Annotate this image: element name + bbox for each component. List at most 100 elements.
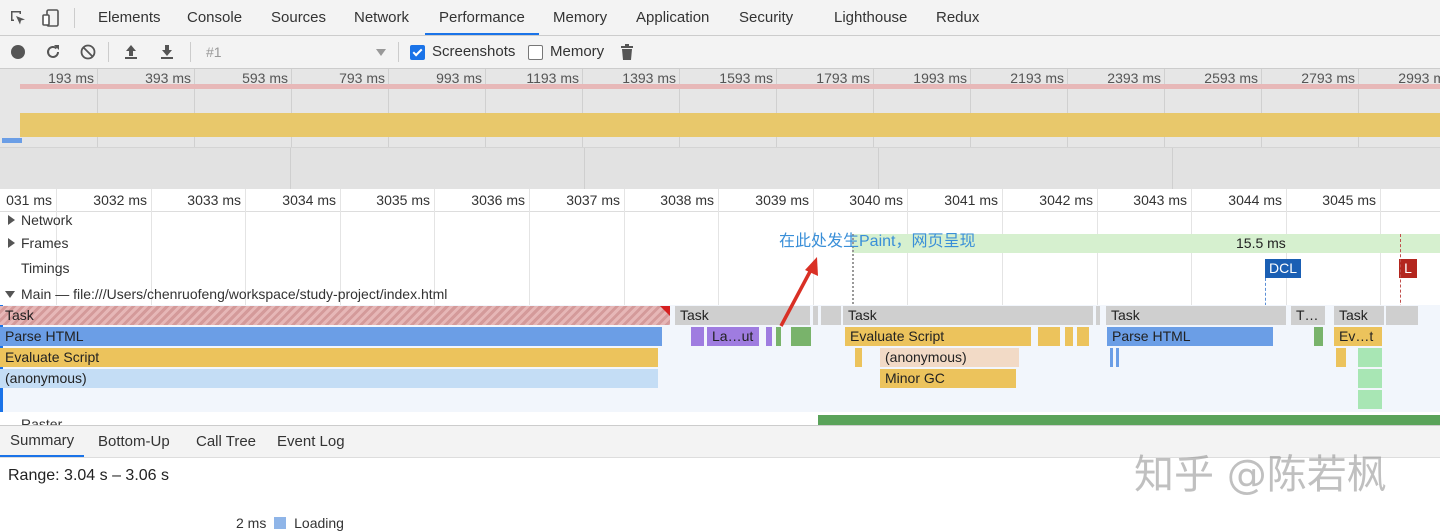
tab-security[interactable]: Security xyxy=(739,0,793,35)
evaluate-script-bar[interactable] xyxy=(1038,327,1060,346)
main-track-header[interactable]: Main — file:///Users/chenruofeng/workspa… xyxy=(0,282,1440,306)
tab-summary[interactable]: Summary xyxy=(0,426,85,457)
screenshot-thumbnail xyxy=(882,148,1173,189)
evaluate-script-bar[interactable] xyxy=(1077,327,1089,346)
watermark: 知乎 @陈若枫 xyxy=(1134,452,1387,498)
load-marker[interactable]: L xyxy=(1399,259,1417,278)
evaluate-script-bar[interactable] xyxy=(1065,327,1073,346)
main-track-label: Main — file:///Users/chenruofeng/workspa… xyxy=(21,286,448,302)
tab-memory[interactable]: Memory xyxy=(553,0,607,35)
dcl-marker[interactable]: DCL xyxy=(1265,259,1301,278)
profile-select[interactable]: #1 xyxy=(198,40,390,64)
memory-checkbox[interactable] xyxy=(528,45,543,60)
memory-label: Memory xyxy=(550,43,605,60)
task-bar[interactable]: Task xyxy=(843,306,1093,325)
fps-bar xyxy=(20,84,1440,89)
screenshot-thumbnail xyxy=(294,148,585,189)
composite-bar[interactable] xyxy=(1358,369,1382,388)
expand-arrow-icon xyxy=(8,238,15,248)
tab-event-log[interactable]: Event Log xyxy=(277,426,345,457)
performance-toolbar: #1 Screenshots Memory xyxy=(0,36,1440,69)
composite-bar[interactable] xyxy=(1358,390,1382,409)
layout-bar[interactable] xyxy=(691,327,704,346)
collapse-arrow-icon xyxy=(5,291,15,298)
task-bar[interactable]: Task xyxy=(0,306,670,325)
summary-loading-row: 2 ms Loading xyxy=(236,515,344,531)
raster-track-header[interactable]: Raster xyxy=(0,412,1440,425)
timings-track-label: Timings xyxy=(21,260,70,276)
network-track-header[interactable]: Network xyxy=(0,208,1440,232)
clear-icon[interactable] xyxy=(79,43,97,64)
layout-bar[interactable] xyxy=(766,327,772,346)
annotation-arrow-icon xyxy=(779,257,818,327)
minor-gc-bar[interactable]: Minor GC xyxy=(880,369,1016,388)
composite-bar[interactable] xyxy=(1358,348,1382,367)
annotation-text: 在此处发生Paint，网页呈现 xyxy=(779,233,976,250)
tab-bottom-up[interactable]: Bottom-Up xyxy=(98,426,170,457)
trash-icon[interactable] xyxy=(619,43,635,64)
raster-bar xyxy=(818,415,1440,425)
screenshots-label: Screenshots xyxy=(432,43,516,60)
loading-swatch xyxy=(274,517,287,529)
timings-track-header[interactable]: Timings xyxy=(0,256,1440,280)
layout-bar[interactable]: La…ut xyxy=(707,327,759,346)
screenshot-thumbnail xyxy=(1176,148,1440,189)
parse-html-bar[interactable]: Parse HTML xyxy=(1107,327,1273,346)
screenshot-thumbnail xyxy=(0,148,291,189)
frames-track-label: Frames xyxy=(21,235,69,251)
task-bar[interactable] xyxy=(1096,306,1100,325)
screenshot-thumbnail xyxy=(588,148,879,189)
screenshots-checkbox[interactable] xyxy=(410,45,425,60)
main-flame-chart: Task Task Task Task T… Task Parse HTML L… xyxy=(0,305,1440,412)
chevron-down-icon xyxy=(376,49,386,56)
function-call-bar[interactable] xyxy=(855,348,862,367)
device-toolbar-icon[interactable] xyxy=(42,9,60,27)
record-icon[interactable] xyxy=(11,45,25,59)
task-bar[interactable]: T… xyxy=(1291,306,1325,325)
anonymous-bar[interactable]: (anonymous) xyxy=(880,348,1019,367)
timeline-overview[interactable]: 193 ms 393 ms 593 ms 793 ms 993 ms 1193 ms 139… xyxy=(0,69,1440,189)
expand-arrow-icon xyxy=(8,215,15,225)
parse-html-bar[interactable] xyxy=(1110,348,1113,367)
anonymous-bar[interactable]: (anonymous) xyxy=(0,369,658,388)
tab-elements[interactable]: Elements xyxy=(98,0,161,35)
divider xyxy=(74,8,75,28)
function-call-bar[interactable] xyxy=(1336,348,1346,367)
raster-track-label: Raster xyxy=(21,416,63,425)
long-task-marker xyxy=(660,306,670,316)
tab-network[interactable]: Network xyxy=(354,0,409,35)
tab-redux[interactable]: Redux xyxy=(936,0,979,35)
parse-html-bar[interactable] xyxy=(1116,348,1119,367)
tab-lighthouse[interactable]: Lighthouse xyxy=(834,0,907,35)
tab-application[interactable]: Application xyxy=(636,0,709,35)
devtools-tab-bar: Elements Console Sources Network Perform… xyxy=(0,0,1440,36)
parse-html-bar[interactable]: Parse HTML xyxy=(0,327,662,346)
loading-label: Loading xyxy=(294,515,344,531)
divider xyxy=(108,42,109,62)
task-bar[interactable] xyxy=(1386,306,1418,325)
loading-value: 2 ms xyxy=(236,515,267,531)
inspect-element-icon[interactable] xyxy=(9,9,27,27)
evaluate-script-bar[interactable]: Evaluate Script xyxy=(845,327,1031,346)
reload-icon[interactable] xyxy=(44,43,62,64)
tab-console[interactable]: Console xyxy=(187,0,242,35)
task-bar[interactable]: Task xyxy=(1106,306,1286,325)
download-icon[interactable] xyxy=(158,43,176,64)
loading-activity-bar xyxy=(2,138,22,143)
evaluate-script-bar[interactable]: Ev…t xyxy=(1334,327,1382,346)
evaluate-script-bar[interactable]: Evaluate Script xyxy=(0,348,658,367)
tab-performance[interactable]: Performance xyxy=(425,0,539,35)
screenshots-strip xyxy=(0,147,1440,189)
tab-call-tree[interactable]: Call Tree xyxy=(196,426,256,457)
network-track-label: Network xyxy=(21,212,73,228)
divider xyxy=(190,42,191,62)
upload-icon[interactable] xyxy=(122,43,140,64)
frame-duration: 15.5 ms xyxy=(1236,235,1286,251)
paint-bar[interactable] xyxy=(1314,327,1323,346)
divider xyxy=(398,42,399,62)
cpu-activity-bar xyxy=(20,113,1440,137)
summary-range: Range: 3.04 s – 3.06 s xyxy=(8,467,169,484)
profile-select-value: #1 xyxy=(206,44,222,60)
tab-sources[interactable]: Sources xyxy=(271,0,326,35)
task-bar[interactable]: Task xyxy=(1334,306,1384,325)
